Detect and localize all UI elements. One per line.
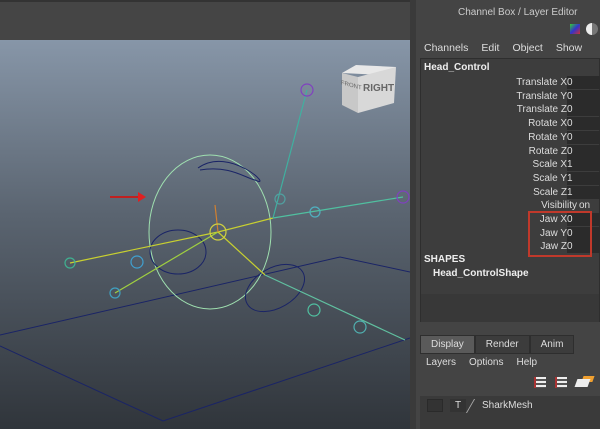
layer-menu: Layers Options Help bbox=[426, 357, 537, 368]
channel-box-footer bbox=[421, 294, 599, 322]
tab-display[interactable]: Display bbox=[420, 335, 475, 354]
menu-object[interactable]: Object bbox=[512, 42, 542, 54]
channel-value[interactable]: 0 bbox=[567, 144, 600, 158]
channel-value[interactable]: 1 bbox=[567, 171, 600, 185]
channel-value[interactable]: 0 bbox=[567, 130, 600, 144]
view-cube[interactable]: FRONT RIGHT bbox=[338, 63, 396, 115]
channel-row[interactable]: Translate X0 bbox=[421, 76, 600, 89]
layer-color-icon bbox=[465, 399, 484, 413]
channel-label: Rotate Y bbox=[528, 131, 567, 143]
layer-row[interactable]: T SharkMesh bbox=[420, 396, 600, 429]
channel-value[interactable]: 0 bbox=[567, 103, 600, 117]
channel-value[interactable]: 0 bbox=[567, 117, 600, 131]
channel-row[interactable]: Scale Y1 bbox=[421, 171, 600, 185]
channel-row[interactable]: Rotate Y0 bbox=[421, 130, 600, 144]
channel-value[interactable]: 1 bbox=[567, 185, 600, 199]
menu-show[interactable]: Show bbox=[556, 42, 582, 54]
view-cube-right: RIGHT bbox=[363, 83, 395, 94]
channel-box: Head_Control Translate X 0 Translate Y 0 Tra… bbox=[420, 58, 600, 322]
axis-icon bbox=[570, 24, 580, 34]
jaw-curve bbox=[197, 161, 261, 182]
channel-label: Translate X bbox=[516, 77, 567, 88]
curve-right bbox=[245, 263, 305, 313]
channel-row[interactable]: Scale Z1 bbox=[421, 185, 600, 199]
channel-label: Rotate Z bbox=[528, 145, 567, 157]
layer-name[interactable]: SharkMesh bbox=[482, 400, 533, 411]
empty-layer-icon[interactable] bbox=[574, 379, 591, 387]
channel-label: Scale Y bbox=[532, 172, 567, 184]
tab-render[interactable]: Render bbox=[474, 335, 530, 354]
channel-row[interactable]: Translate Y0 bbox=[421, 89, 600, 103]
panel-title: Channel Box / Layer Editor bbox=[458, 7, 578, 18]
display-toggle-icon[interactable] bbox=[586, 23, 598, 35]
channel-value[interactable]: 0 bbox=[567, 76, 600, 89]
menu-options[interactable]: Options bbox=[469, 357, 503, 368]
menu-edit[interactable]: Edit bbox=[481, 42, 499, 54]
channel-row[interactable]: Scale X1 bbox=[421, 158, 600, 172]
highlight-box bbox=[528, 211, 592, 257]
shape-name[interactable]: Head_ControlShape bbox=[433, 268, 529, 279]
object-name[interactable]: Head_Control bbox=[424, 62, 490, 73]
channel-box-panel: Channel Box / Layer Editor Channels Edit… bbox=[416, 0, 600, 429]
viewport-header bbox=[0, 0, 410, 40]
layer-visibility-toggle[interactable] bbox=[427, 399, 443, 412]
red-arrow-icon bbox=[110, 192, 146, 202]
ground-grid-front bbox=[0, 337, 410, 422]
channel-row[interactable]: Rotate X0 bbox=[421, 117, 600, 131]
channel-row[interactable]: Rotate Z0 bbox=[421, 144, 600, 158]
channel-label: Translate Z bbox=[516, 104, 567, 116]
menu-layers[interactable]: Layers bbox=[426, 357, 456, 368]
channel-label: Translate Y bbox=[516, 90, 567, 102]
channel-value[interactable]: 0 bbox=[567, 89, 600, 103]
layer-type-toggle[interactable]: T bbox=[450, 399, 466, 412]
layer-tabs: Display Render Anim bbox=[420, 335, 575, 354]
channel-row[interactable]: Translate Z0 bbox=[421, 103, 600, 117]
menu-channels[interactable]: Channels bbox=[424, 42, 468, 54]
tab-anim[interactable]: Anim bbox=[529, 335, 575, 354]
shapes-header: SHAPES bbox=[424, 254, 466, 265]
menu-help[interactable]: Help bbox=[516, 357, 537, 368]
channel-value[interactable]: 1 bbox=[567, 158, 600, 172]
channel-label: Scale Z bbox=[533, 186, 567, 198]
channel-label: Rotate X bbox=[528, 118, 567, 130]
channel-label: Scale X bbox=[532, 159, 567, 171]
new-layer-icon[interactable] bbox=[534, 377, 546, 388]
channel-menu: Channels Edit Object Show bbox=[424, 42, 582, 54]
viewport-3d[interactable]: FRONT RIGHT bbox=[0, 40, 410, 429]
new-layer-selected-icon[interactable] bbox=[555, 377, 567, 388]
ground-grid bbox=[0, 256, 410, 336]
